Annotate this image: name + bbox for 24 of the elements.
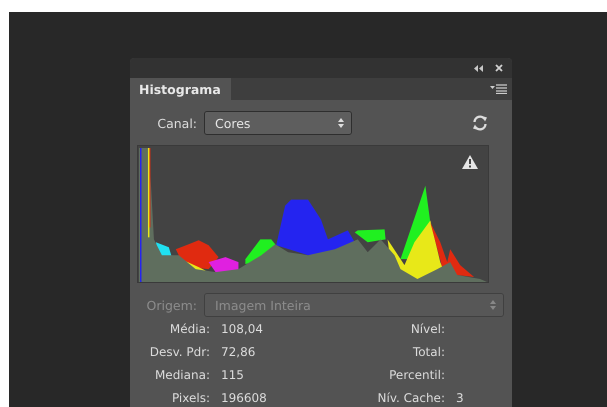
refresh-icon[interactable] <box>472 115 488 131</box>
stat-value: 3 <box>456 391 465 406</box>
menu-icon[interactable] <box>490 84 507 94</box>
stat-label: Desv. Pdr: <box>148 345 210 360</box>
updown-icon <box>338 118 344 128</box>
stat-label: Total: <box>412 345 445 360</box>
stat-label: Nível: <box>410 322 445 337</box>
stat-label: Mediana: <box>154 368 210 383</box>
panel-tab[interactable]: Histograma <box>130 78 231 100</box>
stat-value: 108,04 <box>221 322 264 337</box>
close-icon[interactable] <box>495 64 503 72</box>
channel-label: Canal: <box>156 116 198 130</box>
collapse-icon[interactable] <box>474 64 483 72</box>
updown-icon <box>490 300 496 310</box>
stat-label: Nív. Cache: <box>376 391 445 406</box>
stat-value: 115 <box>221 368 245 383</box>
stat-label: Pixels: <box>170 391 210 406</box>
channel-select[interactable]: Cores <box>204 111 352 135</box>
stat-value: 72,86 <box>221 345 256 360</box>
warning-icon[interactable] <box>462 155 478 169</box>
stat-value: 196608 <box>221 391 268 406</box>
source-label: Origem: <box>146 298 198 312</box>
stat-label: Média: <box>168 322 210 337</box>
stat-label: Percentil: <box>388 368 445 383</box>
